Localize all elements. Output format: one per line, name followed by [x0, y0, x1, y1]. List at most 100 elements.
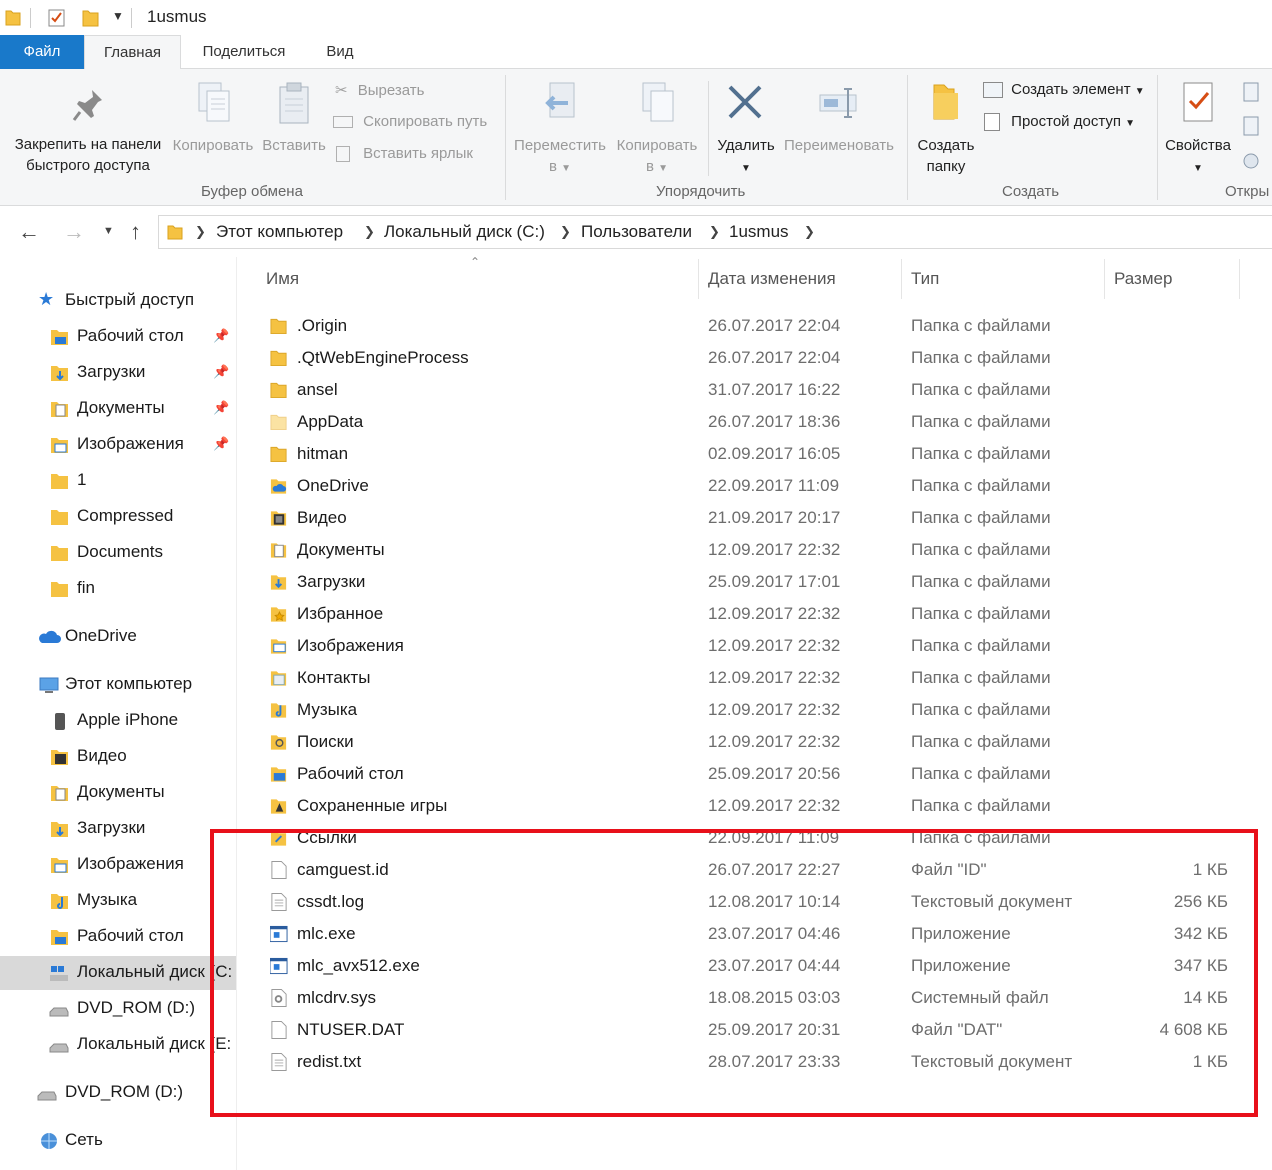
tab-share[interactable]: Поделиться [190, 35, 298, 69]
nav-pictures[interactable]: Изображения [0, 848, 236, 882]
pin-icon[interactable]: 📌 [213, 400, 229, 416]
file-row[interactable]: NTUSER.DAT 25.09.2017 20:31 Файл "DAT" 4 60… [238, 1014, 1272, 1046]
back-arrow-icon[interactable]: ← [18, 219, 40, 245]
column-header-name[interactable]: Имя [266, 269, 299, 315]
file-row[interactable]: redist.txt 28.07.2017 23:33 Текстовый доку… [238, 1046, 1272, 1078]
nav-documents[interactable]: Документы [0, 776, 236, 810]
file-row[interactable]: .Origin 26.07.2017 22:04 Папка с файлами [238, 310, 1272, 342]
new-folder-button[interactable]: Создать папку [911, 79, 981, 177]
breadcrumb-this-pc[interactable]: Этот компьютер [216, 222, 343, 242]
copy-to-button[interactable]: Копировать в ▼ [612, 79, 702, 179]
pin-icon[interactable]: 📌 [213, 436, 229, 452]
nav-quick-documents-en[interactable]: Documents [0, 536, 236, 570]
column-separator[interactable] [1104, 259, 1105, 299]
breadcrumb-local-disk-c[interactable]: Локальный диск (C:) [384, 222, 545, 242]
file-row[interactable]: Рабочий стол 25.09.2017 20:56 Папка с файл… [238, 758, 1272, 790]
nav-local-disk-c[interactable]: Локальный диск (C: [0, 956, 236, 990]
properties-quick-icon[interactable] [47, 8, 67, 28]
nav-quick-documents[interactable]: Документы 📌 [0, 392, 236, 426]
breadcrumb-separator-icon[interactable]: ❯ [804, 224, 815, 240]
nav-quick-compressed[interactable]: Compressed [0, 500, 236, 534]
file-row[interactable]: hitman 02.09.2017 16:05 Папка с файлами [238, 438, 1272, 470]
cut-button[interactable]: ✂ Вырезать [335, 81, 424, 99]
nav-dvd-d[interactable]: DVD_ROM (D:) [0, 992, 236, 1026]
customize-quick-access-icon[interactable]: ▼ [112, 9, 124, 23]
tab-home[interactable]: Главная [84, 35, 181, 70]
nav-quick-downloads[interactable]: Загрузки 📌 [0, 356, 236, 390]
column-header-size[interactable]: Размер [1114, 269, 1172, 315]
pin-quick-access-button[interactable]: Закрепить на панели быстрого доступа [8, 84, 168, 176]
easy-access-button[interactable]: Простой доступ ▼ [984, 113, 1135, 132]
rename-button[interactable]: Переименовать [780, 79, 898, 156]
file-row[interactable]: Документы 12.09.2017 22:32 Папка с файлами [238, 534, 1272, 566]
nav-quick-folder-1[interactable]: 1 [0, 464, 236, 498]
copy-button[interactable]: Копировать [169, 79, 257, 156]
file-row[interactable]: Видео 21.09.2017 20:17 Папка с файлами [238, 502, 1272, 534]
address-bar[interactable]: ❯ Этот компьютер ❯ Локальный диск (C:) ❯… [158, 215, 1272, 249]
paste-shortcut-button[interactable]: Вставить ярлык [336, 145, 473, 163]
file-row[interactable]: Изображения 12.09.2017 22:32 Папка с файла… [238, 630, 1272, 662]
file-row[interactable]: Загрузки 25.09.2017 17:01 Папка с файлами [238, 566, 1272, 598]
nav-desktop[interactable]: Рабочий стол [0, 920, 236, 954]
file-row[interactable]: Избранное 12.09.2017 22:32 Папка с файлами [238, 598, 1272, 630]
new-folder-quick-icon[interactable] [82, 8, 100, 28]
file-row[interactable]: cssdt.log 12.08.2017 10:14 Текстовый докум… [238, 886, 1272, 918]
file-row[interactable]: Сохраненные игры 12.09.2017 22:32 Папка с … [238, 790, 1272, 822]
file-type: Папка с файлами [911, 572, 1051, 591]
paste-button[interactable]: Вставить [258, 79, 330, 156]
file-row[interactable]: Контакты 12.09.2017 22:32 Папка с файлами [238, 662, 1272, 694]
properties-button[interactable]: Свойства ▼ [1162, 79, 1234, 179]
file-row[interactable]: mlcdrv.sys 18.08.2015 03:03 Системный файл… [238, 982, 1272, 1014]
file-row[interactable]: camguest.id 26.07.2017 22:27 Файл "ID" 1 КБ [238, 854, 1272, 886]
breadcrumb-separator-icon[interactable]: ❯ [195, 224, 206, 240]
folder-icon [167, 225, 183, 240]
forward-arrow-icon[interactable]: → [63, 219, 85, 245]
tab-view[interactable]: Вид [312, 35, 368, 69]
breadcrumb-separator-icon[interactable]: ❯ [364, 224, 375, 240]
file-row[interactable]: .QtWebEngineProcess 26.07.2017 22:04 Папка… [238, 342, 1272, 374]
file-row[interactable]: OneDrive 22.09.2017 11:09 Папка с файлами [238, 470, 1272, 502]
copy-path-button[interactable]: Скопировать путь [333, 113, 487, 130]
column-separator[interactable] [901, 259, 902, 299]
breadcrumb-separator-icon[interactable]: ❯ [560, 224, 571, 240]
up-arrow-icon[interactable]: ↑ [130, 219, 141, 245]
new-item-button[interactable]: Создать элемент ▼ [983, 81, 1145, 99]
nav-onedrive[interactable]: OneDrive [0, 620, 236, 654]
file-row[interactable]: mlc.exe 23.07.2017 04:46 Приложение 342 КБ [238, 918, 1272, 950]
nav-quick-desktop[interactable]: Рабочий стол 📌 [0, 320, 236, 354]
nav-network[interactable]: Сеть [0, 1124, 236, 1158]
pin-icon[interactable]: 📌 [213, 328, 229, 344]
pin-icon[interactable]: 📌 [213, 364, 229, 380]
file-row[interactable]: Музыка 12.09.2017 22:32 Папка с файлами [238, 694, 1272, 726]
nav-videos[interactable]: Видео [0, 740, 236, 774]
column-separator[interactable] [698, 259, 699, 299]
recent-locations-chevron-icon[interactable]: ▼ [103, 225, 114, 237]
breadcrumb-users[interactable]: Пользователи [581, 222, 692, 242]
nav-quick-pictures[interactable]: Изображения 📌 [0, 428, 236, 462]
delete-button[interactable]: Удалить ▼ [712, 79, 780, 179]
tab-file[interactable]: Файл [0, 35, 84, 69]
nav-quick-access[interactable]: ★ Быстрый доступ [0, 284, 236, 318]
file-row[interactable]: AppData 26.07.2017 18:36 Папка с файлами [238, 406, 1272, 438]
move-to-button[interactable]: Переместить в ▼ [511, 79, 609, 179]
downloads-folder-icon [51, 366, 68, 381]
breadcrumb-user-folder[interactable]: 1usmus [729, 222, 789, 242]
file-row[interactable]: mlc_avx512.exe 23.07.2017 04:44 Приложение… [238, 950, 1272, 982]
file-date: 21.09.2017 20:17 [708, 508, 841, 527]
nav-apple-iphone[interactable]: Apple iPhone [0, 704, 236, 738]
nav-dvd-rom[interactable]: DVD_ROM (D:) [0, 1076, 236, 1110]
nav-local-disk-e[interactable]: Локальный диск (E: [0, 1028, 236, 1062]
nav-downloads[interactable]: Загрузки [0, 812, 236, 846]
breadcrumb-separator-icon[interactable]: ❯ [709, 224, 720, 240]
file-row[interactable]: Ссылки 22.09.2017 11:09 Папка с файлами [238, 822, 1272, 854]
file-type: Папка с файлами [911, 796, 1051, 815]
column-separator[interactable] [1239, 259, 1240, 299]
column-header-date[interactable]: Дата изменения [708, 269, 836, 315]
nav-quick-fin[interactable]: fin [0, 572, 236, 606]
new-folder-label: Создать [917, 137, 975, 154]
column-header-type[interactable]: Тип [911, 269, 939, 315]
nav-this-pc[interactable]: Этот компьютер [0, 668, 236, 702]
nav-music[interactable]: Музыка [0, 884, 236, 918]
file-row[interactable]: Поиски 12.09.2017 22:32 Папка с файлами [238, 726, 1272, 758]
file-row[interactable]: ansel 31.07.2017 16:22 Папка с файлами [238, 374, 1272, 406]
